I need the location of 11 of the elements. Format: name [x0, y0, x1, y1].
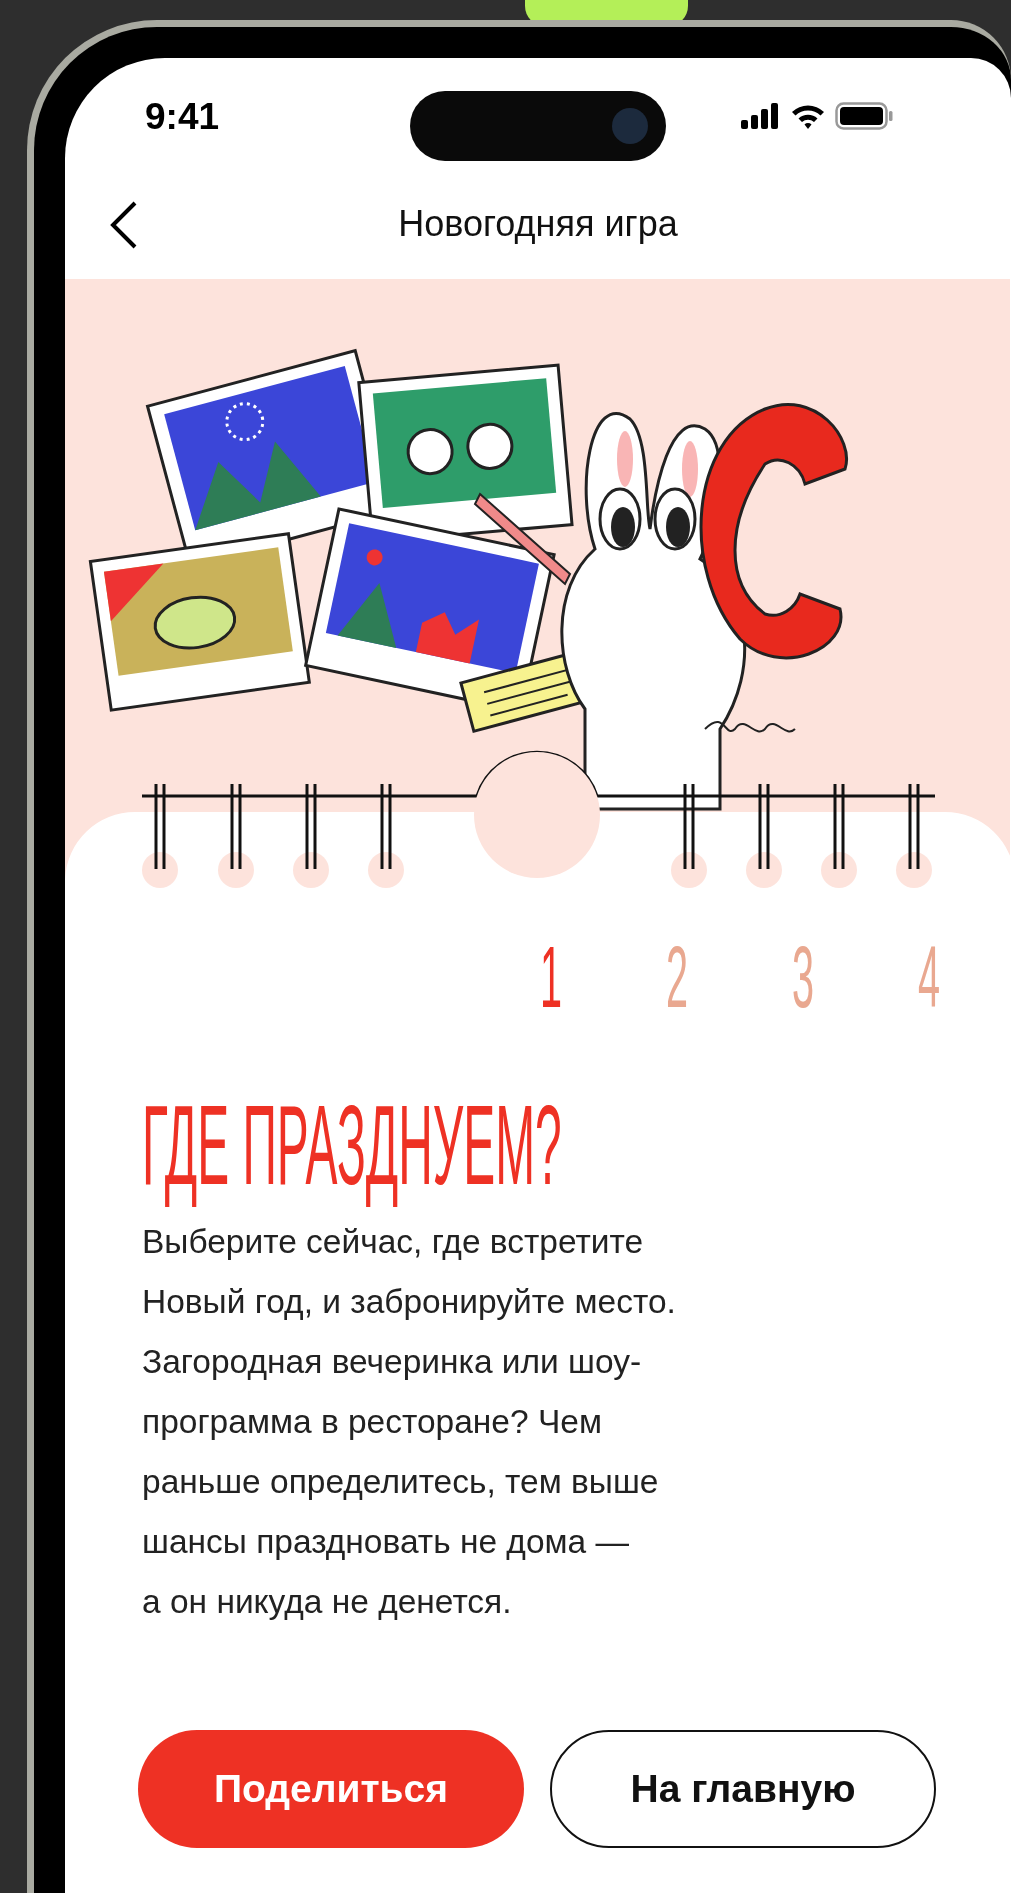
step-number[interactable]: 1: [540, 937, 558, 1037]
wifi-icon: [790, 103, 826, 129]
signal-icon: [741, 103, 781, 129]
battery-icon: [835, 102, 893, 130]
screen-title: Новогодняя игра: [398, 202, 678, 245]
time: 9:41: [145, 96, 220, 138]
camera-icon: [612, 108, 648, 144]
body-text: Выберите сейчас, где встретите Новый год, и забронируйте место. Загородная вечеринка или шоу- программа в ресторане? Чем раньше определитесь, тем выше шансы праздновать не дома — а он никуда не денется.: [142, 1222, 677, 1622]
home-button[interactable]: На главную: [550, 1730, 936, 1848]
share-button[interactable]: Поделиться: [138, 1730, 524, 1848]
heading: ГДЕ ПРАЗДНУЕМ?: [142, 1080, 562, 1210]
